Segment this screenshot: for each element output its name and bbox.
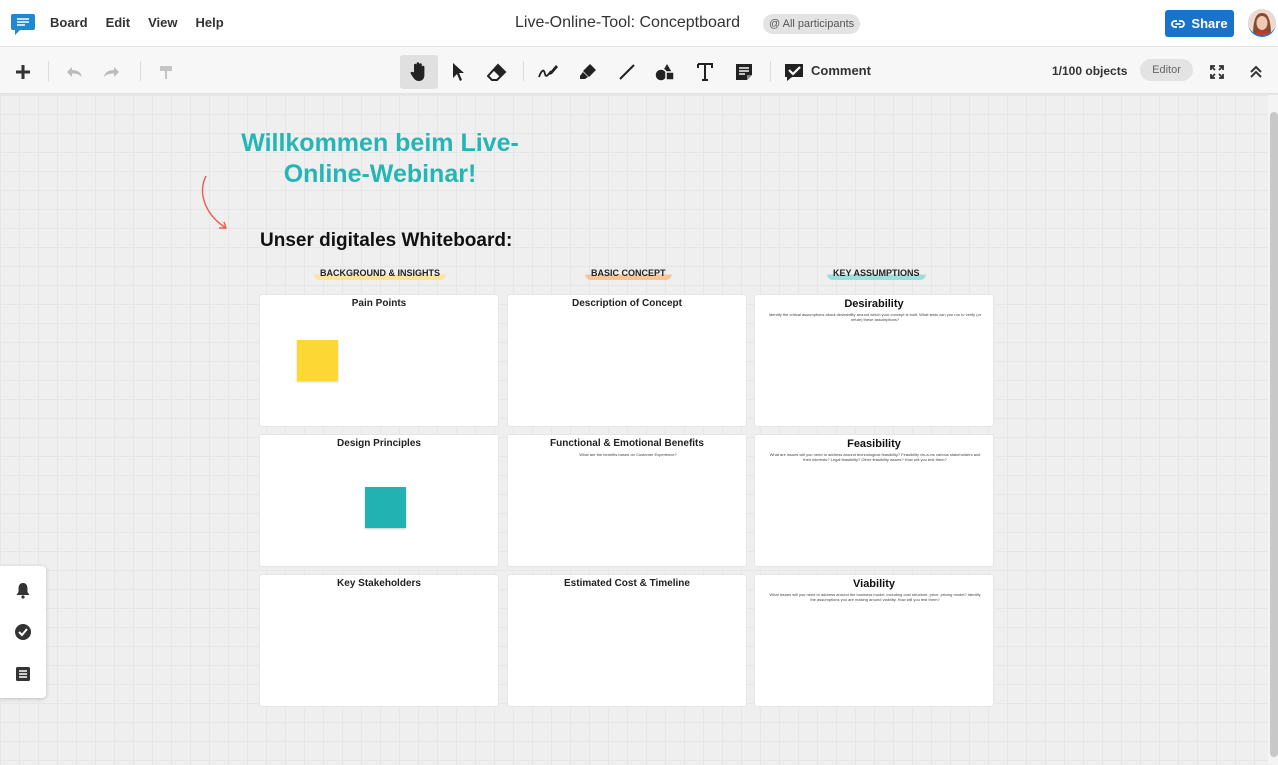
column-header-background-insights[interactable]: BACKGROUND & INSIGHTS <box>314 268 447 280</box>
fullscreen-icon <box>1210 65 1224 79</box>
side-panel <box>0 566 46 698</box>
board-title[interactable]: Live-Online-Tool: Conceptboard <box>515 14 740 32</box>
welcome-heading[interactable]: Willkommen beim Live-Online-Webinar! <box>230 128 530 190</box>
collapse-toolbar-button[interactable] <box>1237 55 1275 89</box>
card-description: What issues will you need to address aro… <box>769 592 981 602</box>
top-bar: Board Edit View Help Live-Online-Tool: C… <box>0 0 1278 47</box>
card-feasibility[interactable]: Feasibility What are issues will you nee… <box>754 434 994 567</box>
avatar-image-icon <box>1248 9 1276 35</box>
toolbar-divider <box>140 61 141 81</box>
hand-icon <box>410 62 425 81</box>
card-title: Key Stakeholders <box>337 578 421 589</box>
pen-tool-button[interactable] <box>529 55 567 89</box>
card-desirability[interactable]: Desirability Identify the critical assum… <box>754 294 994 427</box>
shapes-icon <box>654 64 675 82</box>
comment-label[interactable]: Comment <box>811 63 871 78</box>
line-icon <box>619 64 635 80</box>
plus-icon <box>16 65 30 79</box>
redo-button[interactable] <box>93 55 131 89</box>
redo-icon <box>104 67 119 77</box>
text-tool-button[interactable] <box>686 55 724 89</box>
curved-arrow-icon[interactable] <box>196 172 232 232</box>
card-functional-emotional-benefits[interactable]: Functional & Emotional Benefits What are… <box>507 434 747 567</box>
card-title: Desirability <box>844 298 904 310</box>
participants-badge[interactable]: @ All participants <box>763 14 861 34</box>
card-title: Estimated Cost & Timeline <box>564 578 690 589</box>
main-menu: Board Edit View Help <box>50 15 224 30</box>
card-estimated-cost-timeline[interactable]: Estimated Cost & Timeline <box>507 574 747 707</box>
column-header-basic-concept[interactable]: BASIC CONCEPT <box>585 268 672 280</box>
notifications-button[interactable] <box>12 579 34 601</box>
card-title: Design Principles <box>337 438 421 449</box>
format-painter-icon <box>160 66 172 79</box>
menu-view[interactable]: View <box>148 15 177 30</box>
line-tool-button[interactable] <box>608 55 646 89</box>
eraser-tool-button[interactable] <box>478 55 516 89</box>
fullscreen-button[interactable] <box>1198 55 1236 89</box>
scrollbar-thumb[interactable] <box>1270 112 1278 757</box>
share-button[interactable]: Share <box>1165 10 1234 37</box>
card-viability[interactable]: Viability What issues will you need to a… <box>754 574 994 707</box>
comment-tool-button[interactable] <box>775 55 813 89</box>
list-icon <box>16 667 30 681</box>
card-title: Viability <box>853 578 895 590</box>
sticky-note-tool-button[interactable] <box>725 55 763 89</box>
whiteboard-title[interactable]: Unser digitales Whiteboard: <box>260 230 512 252</box>
user-avatar[interactable] <box>1248 9 1276 37</box>
eraser-icon <box>487 63 507 81</box>
menu-board[interactable]: Board <box>50 15 88 30</box>
card-title: Description of Concept <box>571 298 682 309</box>
hand-tool-button[interactable] <box>400 55 438 89</box>
card-description: Identify the critical assumptions about … <box>768 312 982 322</box>
undo-button[interactable] <box>55 55 93 89</box>
card-description-of-concept[interactable]: Description of Concept <box>507 294 747 427</box>
menu-help[interactable]: Help <box>196 15 224 30</box>
conceptboard-logo-icon[interactable] <box>10 12 36 36</box>
check-circle-icon <box>15 624 31 640</box>
format-painter-button[interactable] <box>147 55 185 89</box>
card-title: Functional & Emotional Benefits <box>550 438 704 449</box>
bell-icon <box>16 583 30 599</box>
shapes-tool-button[interactable] <box>646 55 684 89</box>
undo-icon <box>67 67 82 77</box>
link-icon <box>1171 19 1186 28</box>
card-description: What are the benefits based on Customer … <box>579 452 677 457</box>
toolbar-divider <box>48 61 49 81</box>
card-description: What are issues will you need to address… <box>769 452 981 462</box>
column-header-key-assumptions[interactable]: KEY ASSUMPTIONS <box>827 268 926 280</box>
card-key-stakeholders[interactable]: Key Stakeholders <box>259 574 499 707</box>
object-count: 1/100 objects <box>1052 64 1128 78</box>
toolbar: Comment 1/100 objects Editor <box>0 47 1278 94</box>
select-tool-button[interactable] <box>439 55 477 89</box>
pointer-icon <box>453 63 464 81</box>
text-icon <box>697 63 713 81</box>
highlighter-tool-button[interactable] <box>569 55 607 89</box>
sticky-note-yellow[interactable] <box>297 340 338 381</box>
tasks-button[interactable] <box>12 621 34 643</box>
highlighter-icon <box>580 64 596 79</box>
card-title: Pain Points <box>351 298 407 309</box>
role-badge: Editor <box>1140 59 1193 81</box>
toolbar-divider <box>770 61 771 81</box>
add-button[interactable] <box>4 55 42 89</box>
sticky-note-icon <box>736 64 752 80</box>
card-pain-points[interactable]: Pain Points <box>259 294 499 427</box>
comment-icon <box>785 64 803 81</box>
toolbar-divider <box>523 61 524 81</box>
menu-edit[interactable]: Edit <box>106 15 131 30</box>
card-title: Feasibility <box>847 438 901 450</box>
collapse-icon <box>1250 65 1262 78</box>
board-list-button[interactable] <box>12 663 34 685</box>
share-label: Share <box>1191 16 1228 31</box>
pen-icon <box>538 65 558 78</box>
sticky-note-teal[interactable] <box>365 487 406 528</box>
